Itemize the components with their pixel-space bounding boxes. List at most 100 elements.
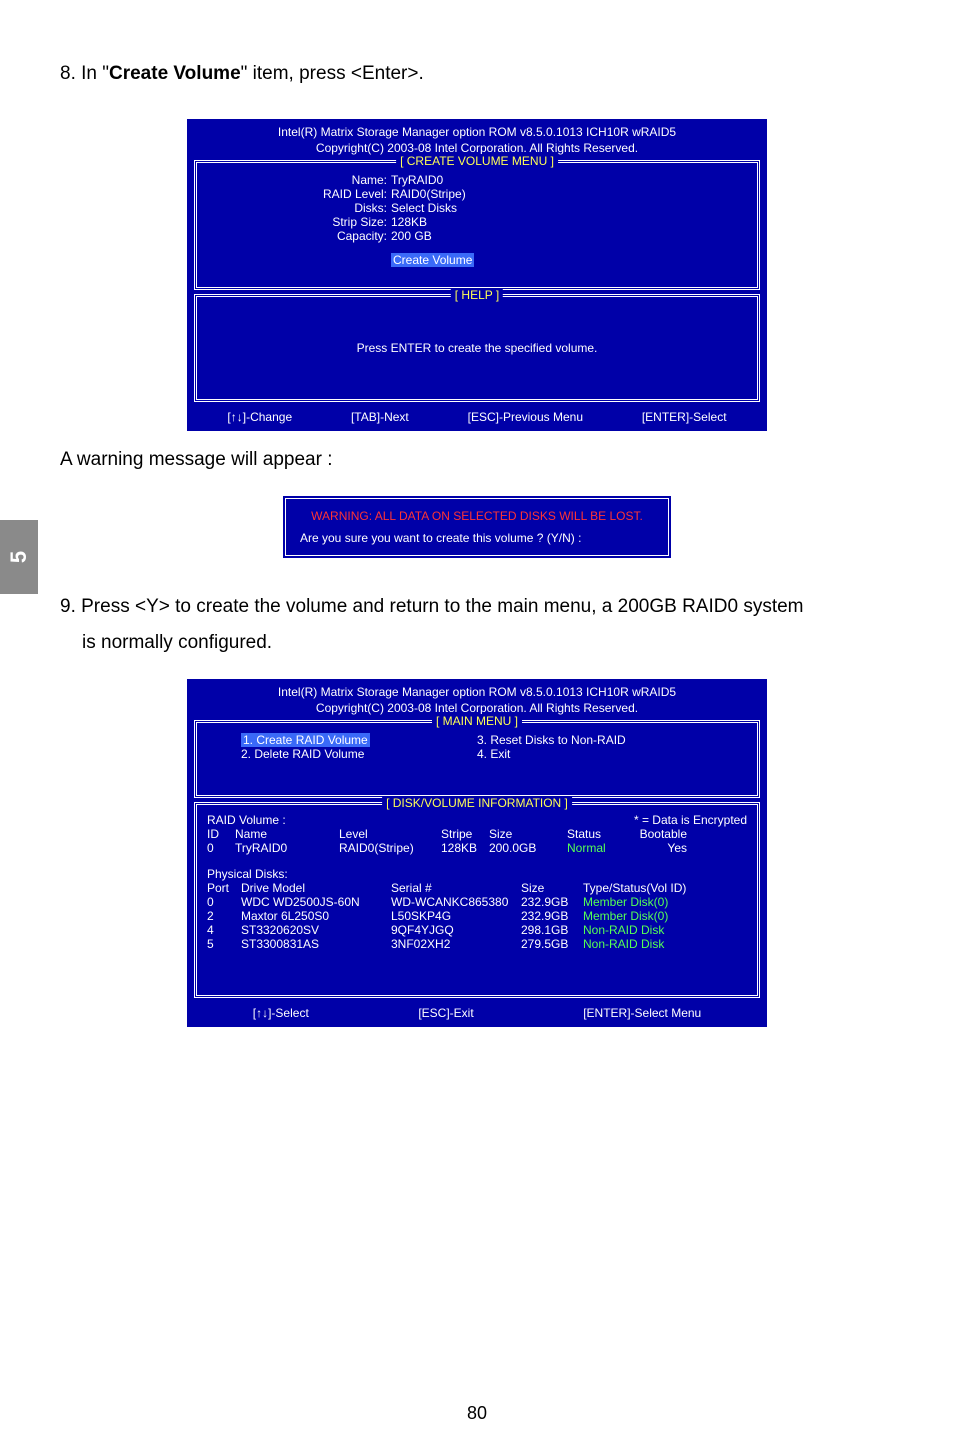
step8-prefix: 8. In " (60, 63, 109, 84)
help-text: Press ENTER to create the specified volu… (211, 307, 743, 389)
raid-hdr-name: Name (235, 827, 339, 841)
raid-row: 0 TryRAID0 RAID0(Stripe) 128KB 200.0GB N… (207, 841, 747, 855)
raid-hdr-id: ID (207, 827, 235, 841)
bios2-footer: [↑↓]-Select [ESC]-Exit [ENTER]-Select Me… (188, 1002, 766, 1026)
disk-row-port: 2 (207, 909, 241, 923)
cap-val: 200 GB (391, 229, 432, 243)
disk-row: 2 Maxtor 6L250S0 L50SKP4G 232.9GB Member… (207, 909, 747, 923)
strip-key: Strip Size: (211, 215, 391, 229)
raid-row-name: TryRAID0 (235, 841, 339, 855)
create-volume-title: [ CREATE VOLUME MENU ] (396, 154, 558, 168)
footer-enter: [ENTER]-Select (642, 410, 727, 424)
disk-row-size: 279.5GB (521, 937, 583, 951)
warning-line1: WARNING: ALL DATA ON SELECTED DISKS WILL… (300, 509, 654, 523)
level-val: RAID0(Stripe) (391, 187, 466, 201)
raid-row-status: Normal (567, 841, 627, 855)
footer-change: [↑↓]-Change (227, 410, 292, 424)
menu-item-delete[interactable]: 2. Delete RAID Volume (241, 747, 364, 761)
disk-row: 0 WDC WD2500JS-60N WD-WCANKC865380 232.9… (207, 895, 747, 909)
footer-tab: [TAB]-Next (351, 410, 409, 424)
create-volume-button[interactable]: Create Volume (391, 253, 474, 267)
disk-hdr-serial: Serial # (391, 881, 521, 895)
name-key: Name: (211, 173, 391, 187)
raid-row-level: RAID0(Stripe) (339, 841, 441, 855)
step8-suffix: " item, press <Enter>. (241, 63, 424, 84)
cap-key: Capacity: (211, 229, 391, 243)
menu-item-create[interactable]: 1. Create RAID Volume (241, 733, 370, 747)
create-volume-frame: [ CREATE VOLUME MENU ] Name:TryRAID0 RAI… (194, 160, 760, 290)
disk-row-type: Member Disk(0) (583, 895, 723, 909)
disk-row: 4 ST3320620SV 9QF4YJGQ 298.1GB Non-RAID … (207, 923, 747, 937)
bios-main-menu: Intel(R) Matrix Storage Manager option R… (187, 679, 767, 1027)
raid-hdr-boot: Bootable (627, 827, 687, 841)
raid-hdr-stripe: Stripe (441, 827, 489, 841)
disk-hdr-size: Size (521, 881, 583, 895)
bios2-header1: Intel(R) Matrix Storage Manager option R… (194, 684, 760, 700)
main-menu-frame: [ MAIN MENU ] 1. Create RAID Volume 2. D… (194, 720, 760, 798)
disk-row-port: 4 (207, 923, 241, 937)
main-menu-title: [ MAIN MENU ] (432, 714, 522, 728)
disk-hdr-type: Type/Status(Vol ID) (583, 881, 723, 895)
raid-hdr-status: Status (567, 827, 627, 841)
level-key: RAID Level: (211, 187, 391, 201)
help-frame: [ HELP ] Press ENTER to create the speci… (194, 294, 760, 402)
disk-row-model: ST3320620SV (241, 923, 391, 937)
footer2-select: [↑↓]-Select (253, 1006, 309, 1020)
raid-row-stripe: 128KB (441, 841, 489, 855)
step9-line2: is normally configured. (60, 632, 272, 653)
disk-row-serial: 9QF4YJGQ (391, 923, 521, 937)
disk-row-serial: 3NF02XH2 (391, 937, 521, 951)
raid-volume-label: RAID Volume : (207, 813, 286, 827)
bios1-footer: [↑↓]-Change [TAB]-Next [ESC]-Previous Me… (188, 406, 766, 430)
menu-item-reset[interactable]: 3. Reset Disks to Non-RAID (477, 733, 626, 747)
disk-row-model: WDC WD2500JS-60N (241, 895, 391, 909)
disks-val: Select Disks (391, 201, 457, 215)
disk-row-serial: WD-WCANKC865380 (391, 895, 521, 909)
disk-row-size: 232.9GB (521, 909, 583, 923)
raid-row-boot: Yes (627, 841, 687, 855)
chapter-tab: 5 (0, 520, 38, 594)
disk-row: 5 ST3300831AS 3NF02XH2 279.5GB Non-RAID … (207, 937, 747, 951)
warning-intro: A warning message will appear : (60, 449, 894, 471)
footer2-enter: [ENTER]-Select Menu (583, 1006, 701, 1020)
disk-row-port: 0 (207, 895, 241, 909)
disks-key: Disks: (211, 201, 391, 215)
step9-line1: 9. Press <Y> to create the volume and re… (60, 596, 804, 617)
footer-esc: [ESC]-Previous Menu (468, 410, 583, 424)
encrypted-label: * = Data is Encrypted (634, 813, 747, 827)
disk-row-size: 232.9GB (521, 895, 583, 909)
bios2-header: Intel(R) Matrix Storage Manager option R… (188, 680, 766, 716)
disk-row-port: 5 (207, 937, 241, 951)
disk-row-type: Member Disk(0) (583, 909, 723, 923)
bios-create-volume: Intel(R) Matrix Storage Manager option R… (187, 119, 767, 431)
disk-volume-info-frame: [ DISK/VOLUME INFORMATION ] RAID Volume … (194, 802, 760, 998)
menu-item-exit[interactable]: 4. Exit (477, 747, 510, 761)
help-title: [ HELP ] (451, 288, 503, 302)
disk-hdr-model: Drive Model (241, 881, 391, 895)
raid-row-size: 200.0GB (489, 841, 567, 855)
raid-hdr-level: Level (339, 827, 441, 841)
disk-row-type: Non-RAID Disk (583, 937, 723, 951)
bios1-header: Intel(R) Matrix Storage Manager option R… (188, 120, 766, 156)
step9-text: 9. Press <Y> to create the volume and re… (60, 589, 894, 661)
step8-bold: Create Volume (109, 63, 241, 84)
step8-text: 8. In "Create Volume" item, press <Enter… (60, 60, 894, 89)
disk-row-size: 298.1GB (521, 923, 583, 937)
bios1-header1: Intel(R) Matrix Storage Manager option R… (194, 124, 760, 140)
footer2-exit: [ESC]-Exit (418, 1006, 473, 1020)
disk-row-model: Maxtor 6L250S0 (241, 909, 391, 923)
disk-row-serial: L50SKP4G (391, 909, 521, 923)
raid-hdr-size: Size (489, 827, 567, 841)
chapter-tab-label: 5 (6, 551, 32, 563)
name-val: TryRAID0 (391, 173, 443, 187)
disk-hdr-port: Port (207, 881, 241, 895)
disks-header: Port Drive Model Serial # Size Type/Stat… (207, 881, 747, 895)
disk-volume-info-title: [ DISK/VOLUME INFORMATION ] (382, 796, 572, 810)
warning-line2: Are you sure you want to create this vol… (300, 531, 654, 545)
warning-dialog: WARNING: ALL DATA ON SELECTED DISKS WILL… (282, 495, 672, 559)
disk-row-model: ST3300831AS (241, 937, 391, 951)
disk-row-type: Non-RAID Disk (583, 923, 723, 937)
raid-row-id: 0 (207, 841, 235, 855)
page-number: 80 (0, 1403, 954, 1424)
strip-val: 128KB (391, 215, 427, 229)
